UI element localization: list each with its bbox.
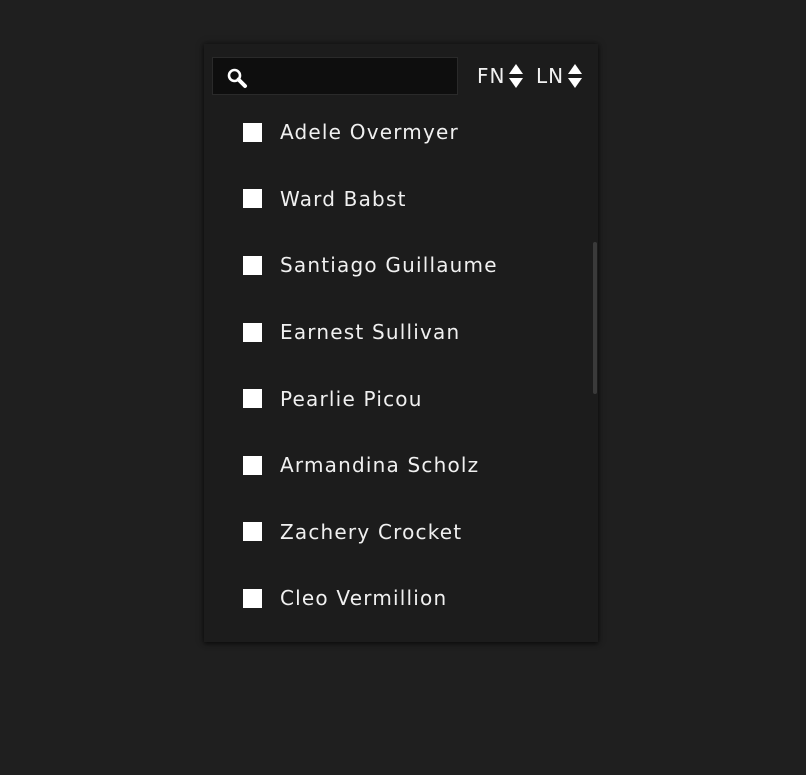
list-item-label: Adele Overmyer: [280, 120, 459, 145]
sort-first-name[interactable]: FN: [477, 57, 524, 95]
list-item-label: Armandina Scholz: [280, 453, 480, 478]
sort-last-name-descending-icon[interactable]: [568, 78, 583, 88]
list-item-label: Zachery Crocket: [280, 519, 463, 544]
checkbox[interactable]: [243, 122, 262, 142]
list-item-label: Pearlie Picou: [280, 386, 423, 411]
checkbox[interactable]: [243, 588, 262, 608]
sort-last-name-label: LN: [536, 64, 565, 88]
checkbox[interactable]: [243, 189, 262, 209]
list-item[interactable]: Adele Overmyer: [204, 99, 598, 166]
checkbox[interactable]: [243, 389, 262, 409]
list-item[interactable]: Santiago Guillaume: [204, 232, 598, 299]
search-icon: [226, 67, 248, 89]
name-filter-panel: FN LN Adele Overmyer Ward Babst Santiago…: [204, 44, 598, 642]
search-box: [212, 57, 458, 95]
list-item[interactable]: Earnest Sullivan: [204, 299, 598, 366]
checkbox[interactable]: [243, 322, 262, 342]
list-item-label: Earnest Sullivan: [280, 320, 461, 345]
list-item[interactable]: Armandina Scholz: [204, 432, 598, 499]
scrollbar-thumb[interactable]: [593, 242, 597, 394]
name-list: Adele Overmyer Ward Babst Santiago Guill…: [204, 99, 598, 632]
list-item[interactable]: Pearlie Picou: [204, 365, 598, 432]
list-item-label: Cleo Vermillion: [280, 586, 448, 611]
search-input[interactable]: [257, 62, 456, 92]
list-item[interactable]: Cleo Vermillion: [204, 565, 598, 632]
sort-first-name-descending-icon[interactable]: [509, 78, 524, 88]
list-item-label: Ward Babst: [280, 186, 407, 211]
checkbox[interactable]: [243, 455, 262, 475]
sort-last-name-ascending-icon[interactable]: [568, 64, 583, 74]
checkbox[interactable]: [243, 255, 262, 275]
sort-first-name-ascending-icon[interactable]: [509, 64, 524, 74]
sort-first-name-label: FN: [477, 64, 506, 88]
list-item[interactable]: Ward Babst: [204, 166, 598, 233]
list-item-label: Santiago Guillaume: [280, 253, 498, 278]
checkbox[interactable]: [243, 522, 262, 542]
list-item[interactable]: Zachery Crocket: [204, 499, 598, 566]
sort-last-name[interactable]: LN: [536, 57, 583, 95]
